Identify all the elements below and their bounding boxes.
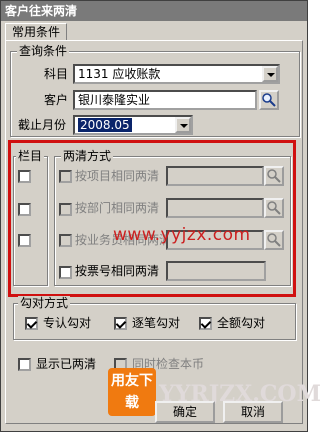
yonyou-download-logo: 用友下载 (108, 368, 156, 416)
customer-search-button[interactable] (259, 90, 279, 110)
tick-specific-checkbox[interactable] (25, 317, 38, 330)
tick-each-checkbox[interactable] (114, 317, 127, 330)
tab-common-conditions[interactable]: 常用条件 (5, 23, 67, 41)
customer-label: 客户 (44, 93, 69, 107)
tick-method-label: 勾对方式 (18, 296, 71, 310)
tick-specific-label: 专认勾对 (43, 316, 92, 330)
customer-value: 银川泰隆实业 (78, 93, 151, 107)
subject-dropdown-icon[interactable] (262, 66, 278, 82)
tick-each-label: 逐笔勾对 (132, 316, 181, 330)
cutoff-month-select[interactable]: 2008.05 (73, 115, 193, 135)
watermark-url: www.yyjzx.com (113, 225, 251, 245)
search-icon (262, 93, 276, 107)
cutoff-month-label: 截止月份 (18, 118, 67, 132)
query-conditions-label: 查询条件 (17, 44, 70, 58)
cancel-button[interactable]: 取消 (223, 401, 283, 423)
customer-input[interactable]: 银川泰隆实业 (73, 90, 257, 110)
show-cleared-label: 显示已两清 (36, 357, 97, 371)
subject-select[interactable]: 1131 应收账款 (73, 64, 280, 84)
subject-value: 1131 应收账款 (78, 67, 161, 81)
dialog-window: 客户往来两清 常用条件 查询条件 科目 1131 应收账款 客户 银川泰隆实业 … (0, 0, 320, 432)
cutoff-month-value: 2008.05 (78, 118, 132, 132)
highlight-box (8, 140, 296, 297)
window-title: 客户往来两清 (1, 1, 307, 21)
tick-full-label: 全额勾对 (217, 316, 266, 330)
tick-full-checkbox[interactable] (199, 317, 212, 330)
ok-button[interactable]: 确定 (155, 401, 215, 423)
cutoff-dropdown-icon[interactable] (175, 117, 191, 133)
show-cleared-checkbox[interactable] (18, 358, 31, 371)
subject-label: 科目 (44, 67, 69, 81)
